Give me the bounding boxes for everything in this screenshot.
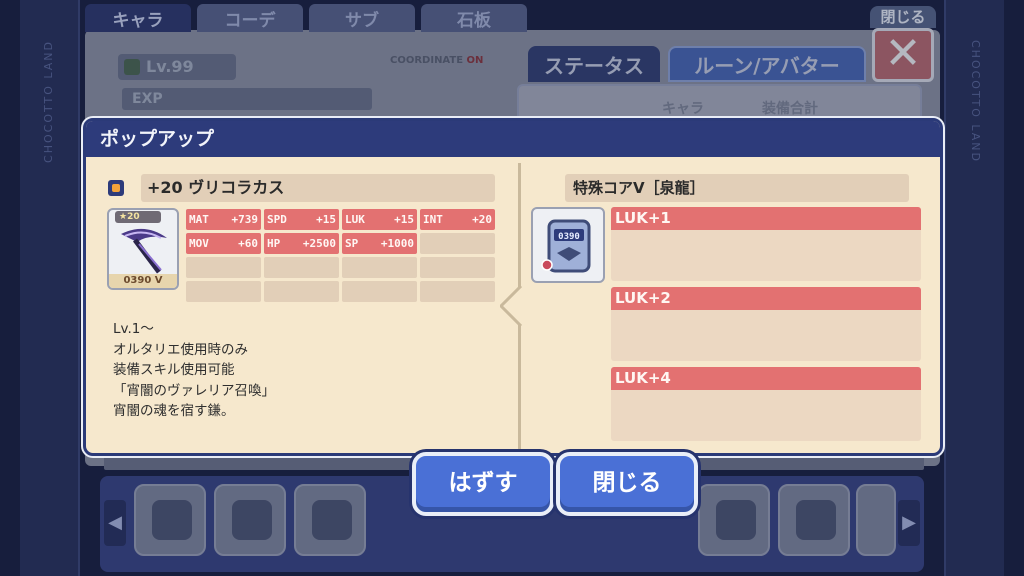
description-line: Lv.1～ [113,321,154,337]
core-bonus-label: LUK+1 [611,207,921,230]
stat-empty [420,281,495,302]
stat-value: +15 [394,213,414,226]
stat-int: INT +20 [420,209,495,230]
stat-empty [342,257,417,278]
description-line: 宵闇の魂を宿す鎌。 [113,403,235,419]
core-code: 0390 [558,232,580,242]
stat-label: MAT [189,213,209,226]
divider-notch [500,286,522,326]
item-stats-grid: MAT +739 SPD +15 LUK +15 INT +20 MOV +60 HP +2… [186,209,496,302]
core-device-icon: 0390 [541,219,591,273]
stat-label: SP [345,237,359,250]
stat-luk: LUK +15 [342,209,417,230]
stat-label: MOV [189,237,209,250]
item-detail-popup: ポップアップ +20 ヴリコラカス ★20 0390 Ⅴ MAT +739 SPD… [83,118,943,456]
unequip-button[interactable]: はずす [412,452,554,516]
item-description: Lv.1～ オルタリエ使用時のみ 装備スキル使用可能 「宵闇のヴァレリア召喚」 … [113,319,493,422]
stat-value: +60 [238,237,258,250]
stat-empty [342,281,417,302]
stat-value: +2500 [302,237,336,250]
stat-label: SPD [267,213,287,226]
description-line: 「宵闇のヴァレリア召喚」 [113,382,275,399]
stat-label: LUK [345,213,365,226]
stat-value: +20 [472,213,492,226]
stat-label: INT [423,213,443,226]
stat-hp: HP +2500 [264,233,339,254]
item-thumbnail: ★20 0390 Ⅴ [107,208,179,290]
stat-value: +739 [231,213,259,226]
core-thumbnail: 0390 [531,207,605,283]
stat-empty [264,257,339,278]
stat-sp: SP +1000 [342,233,417,254]
stat-value: +15 [316,213,336,226]
stat-label: HP [267,237,281,250]
stat-empty [420,233,495,254]
core-name: 特殊コアⅤ［泉龍］ [565,174,909,202]
stat-empty [264,281,339,302]
stat-spd: SPD +15 [264,209,339,230]
core-bonus-slot: LUK+4 [611,367,921,441]
item-rank-badge: ★20 [115,211,161,223]
item-code: 0390 Ⅴ [109,274,177,288]
item-rarity-marker-icon [108,180,124,196]
stat-mat: MAT +739 [186,209,261,230]
stat-value: +1000 [380,237,414,250]
core-bonus-slot: LUK+1 [611,207,921,281]
stat-empty [186,281,261,302]
description-line: 装備スキル使用可能 [113,362,235,378]
stat-mov: MOV +60 [186,233,261,254]
stat-empty [186,257,261,278]
description-line: オルタリエ使用時のみ [113,341,248,358]
stat-empty [420,257,495,278]
close-button[interactable]: 閉じる [556,452,698,516]
core-bonus-label: LUK+4 [611,367,921,390]
popup-title: ポップアップ [86,121,940,157]
scythe-icon [121,228,167,274]
core-bonus-slot: LUK+2 [611,287,921,361]
core-bonus-label: LUK+2 [611,287,921,310]
item-name: +20 ヴリコラカス [141,174,495,202]
